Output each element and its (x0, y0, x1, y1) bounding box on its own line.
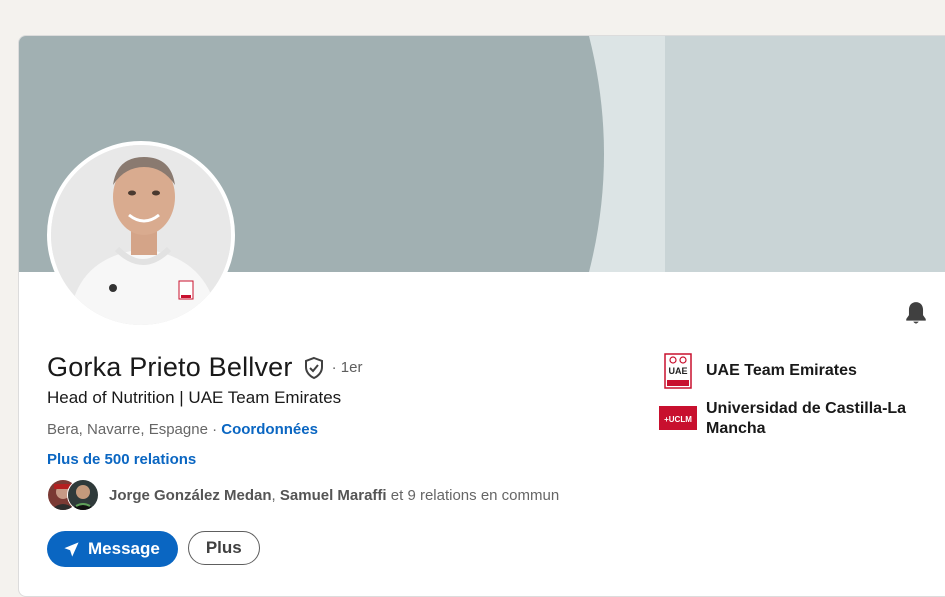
mutual-name-1: Jorge González Medan (109, 486, 272, 504)
experience-uclm[interactable]: +UCLM Universidad de Castilla-La Mancha (659, 399, 919, 439)
mutual-connections[interactable]: Jorge González Medan, Samuel Maraffi et … (47, 479, 559, 511)
profile-photo[interactable] (47, 141, 235, 329)
profile-headline: Head of Nutrition | UAE Team Emirates (47, 388, 342, 407)
location-row: Bera, Navarre, Espagne · Coordonnées (47, 421, 318, 438)
bell-icon[interactable] (903, 300, 929, 326)
message-button-label: Message (88, 539, 160, 558)
uclm-logo: +UCLM (659, 406, 697, 430)
more-button-label: Plus (205, 538, 242, 557)
mutual-name-2: Samuel Maraffi (279, 486, 387, 504)
contact-info-link[interactable]: Coordonnées (221, 421, 318, 438)
profile-location: Bera, Navarre, Espagne · (47, 421, 218, 438)
uclm-name: Universidad de Castilla-La Mancha (706, 400, 907, 437)
verified-shield-icon[interactable] (302, 356, 326, 380)
uae-team-logo: UAE (664, 353, 692, 389)
mutual-separator: , (271, 486, 280, 504)
uae-team-name: UAE Team Emirates (706, 362, 857, 379)
profile-name: Gorka Prieto Bellver (47, 352, 293, 382)
profile-card: Gorka Prieto Bellver · 1er Head of Nutri… (18, 35, 945, 597)
mutual-rest: et 9 relations en commun (386, 486, 560, 504)
send-icon (64, 541, 79, 557)
uae-logo-text: UAE (668, 366, 687, 376)
more-button[interactable]: Plus (187, 531, 260, 565)
experience-uae[interactable]: UAE UAE Team Emirates (659, 352, 857, 390)
relations-count-link[interactable]: Plus de 500 relations (47, 451, 196, 468)
avatar (67, 479, 99, 511)
name-row: Gorka Prieto Bellver · 1er (47, 352, 362, 383)
message-button[interactable]: Message (47, 531, 178, 567)
uclm-logo-text: +UCLM (664, 415, 692, 424)
action-buttons: Message Plus (47, 531, 260, 567)
mutual-avatars (47, 479, 103, 511)
connection-degree: · 1er (331, 359, 363, 376)
